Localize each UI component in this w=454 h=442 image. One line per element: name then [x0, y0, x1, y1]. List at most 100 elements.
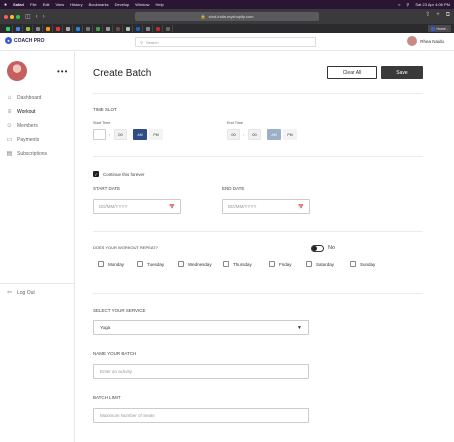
- sidebar-item-payments[interactable]: ▭ Payments: [6, 135, 47, 144]
- logo-icon: ●: [5, 37, 12, 44]
- tab-favicon[interactable]: [73, 25, 83, 32]
- search-status-icon[interactable]: ⚲: [406, 2, 409, 7]
- start-hour-input[interactable]: [93, 129, 106, 140]
- tab-favicon[interactable]: [123, 25, 133, 32]
- menu-safari[interactable]: Safari: [13, 2, 24, 7]
- batch-limit-input[interactable]: Maximum Number of Seats: [93, 408, 309, 423]
- day-checkbox[interactable]: [223, 261, 229, 267]
- start-date-field[interactable]: DD/MM/YYYY 📅: [93, 199, 181, 214]
- day-checkbox[interactable]: [98, 261, 104, 267]
- divider: [93, 293, 423, 294]
- calendar-icon[interactable]: 📅: [169, 204, 175, 210]
- continue-forever-checkbox[interactable]: ✓: [93, 171, 99, 177]
- tab-favicon[interactable]: [143, 25, 153, 32]
- tab-favicon[interactable]: [53, 25, 63, 32]
- service-select[interactable]: Yoga ▼: [93, 320, 309, 335]
- close-window-button[interactable]: [4, 14, 8, 19]
- day-wednesday[interactable]: Wednesday: [178, 261, 212, 267]
- new-tab-icon[interactable]: +: [436, 12, 440, 18]
- menu-bookmarks[interactable]: Bookmarks: [89, 2, 109, 7]
- share-icon[interactable]: ⇧: [425, 12, 430, 18]
- menu-develop[interactable]: Develop: [115, 2, 130, 7]
- end-am-button[interactable]: AM: [267, 129, 281, 140]
- menu-edit[interactable]: Edit: [43, 2, 50, 7]
- sidebar-item-subscriptions[interactable]: ▤ Subscriptions: [6, 149, 47, 158]
- menu-view[interactable]: View: [56, 2, 65, 7]
- app-logo[interactable]: ● COACH PRO: [5, 37, 45, 44]
- sidebar: ••• ⌂ Dashboard ≡ Workout ☺ Members ▭ Pa…: [0, 52, 75, 442]
- end-hour-input[interactable]: 00: [227, 129, 240, 140]
- tab-favicon[interactable]: [163, 25, 173, 32]
- user-profile[interactable]: Rhea Naidu: [407, 36, 444, 46]
- page-icon: [95, 26, 100, 31]
- sidebar-item-dashboard[interactable]: ⌂ Dashboard: [6, 93, 47, 102]
- apple-menu-icon[interactable]: ●: [4, 2, 7, 8]
- batch-name-input[interactable]: Enter an activity: [93, 364, 309, 379]
- end-pm-button[interactable]: PM: [283, 129, 297, 140]
- logout-button[interactable]: ⇦ Log Out: [6, 288, 35, 297]
- whatsapp-icon: [5, 26, 10, 31]
- repeat-toggle[interactable]: [311, 245, 324, 252]
- tab-overview-icon[interactable]: ⧉: [446, 12, 450, 18]
- payments-icon: ▭: [6, 137, 13, 143]
- subscriptions-icon: ▤: [6, 151, 13, 157]
- active-tab[interactable]: Home -: [427, 25, 451, 32]
- day-thursday[interactable]: Thursday: [223, 261, 252, 267]
- page-icon: [75, 26, 80, 31]
- end-minute-input[interactable]: 00: [248, 129, 261, 140]
- address-bar[interactable]: 🔒 shot-india.myshopify.com: [135, 12, 319, 21]
- start-am-button[interactable]: AM: [133, 129, 147, 140]
- back-icon[interactable]: ‹: [36, 14, 38, 20]
- tab-favicon[interactable]: [103, 25, 113, 32]
- tab-favicon[interactable]: [83, 25, 93, 32]
- tab-favicon[interactable]: [133, 25, 143, 32]
- forward-icon[interactable]: ›: [43, 14, 45, 20]
- day-checkbox[interactable]: [350, 261, 356, 267]
- minimize-window-button[interactable]: [10, 14, 14, 19]
- tab-favicon[interactable]: [43, 25, 53, 32]
- day-sunday[interactable]: Sunday: [350, 261, 375, 267]
- sidebar-item-workout[interactable]: ≡ Workout: [6, 107, 47, 116]
- user-name: Rhea Naidu: [420, 38, 444, 44]
- day-friday[interactable]: Friday: [269, 261, 292, 267]
- menu-help[interactable]: Help: [156, 2, 164, 7]
- menu-window[interactable]: Window: [135, 2, 149, 7]
- search-input[interactable]: ⚲ Search: [135, 37, 316, 47]
- tab-favicon[interactable]: [23, 25, 33, 32]
- tab-favicon[interactable]: [3, 25, 13, 32]
- end-date-field[interactable]: DD/MM/YYYY 📅: [222, 199, 310, 214]
- menu-history[interactable]: History: [70, 2, 82, 7]
- start-time-label: Start Time: [93, 121, 111, 125]
- day-checkbox[interactable]: [306, 261, 312, 267]
- save-button[interactable]: Save: [381, 66, 423, 79]
- start-minute-input[interactable]: 00: [114, 129, 127, 140]
- day-checkbox[interactable]: [178, 261, 184, 267]
- clear-all-button[interactable]: Clear All: [327, 66, 377, 79]
- menu-file[interactable]: File: [30, 2, 36, 7]
- day-tuesday[interactable]: Tuesday: [137, 261, 164, 267]
- tab-favicon[interactable]: [33, 25, 43, 32]
- day-saturday[interactable]: Saturday: [306, 261, 334, 267]
- tab-favicon[interactable]: [113, 25, 123, 32]
- google-icon: [15, 26, 20, 31]
- tab-favicon[interactable]: [63, 25, 73, 32]
- sidebar-toggle-icon[interactable]: ◫: [25, 14, 31, 20]
- maximize-window-button[interactable]: [16, 14, 20, 19]
- day-checkbox[interactable]: [137, 261, 143, 267]
- day-monday[interactable]: Monday: [98, 261, 124, 267]
- wifi-icon[interactable]: ≈: [398, 2, 400, 7]
- menubar-clock[interactable]: Sat 23 Apr 4:06 PM: [415, 2, 450, 7]
- tab-favicon[interactable]: [13, 25, 23, 32]
- shopify-icon: [25, 26, 30, 31]
- page-icon: [115, 26, 120, 31]
- calendar-icon[interactable]: 📅: [298, 204, 304, 210]
- day-label: Sunday: [360, 261, 376, 267]
- tab-favicon[interactable]: [93, 25, 103, 32]
- sidebar-item-members[interactable]: ☺ Members: [6, 121, 47, 130]
- day-checkbox[interactable]: [269, 261, 275, 267]
- tab-favicon[interactable]: [153, 25, 163, 32]
- avatar: [407, 36, 418, 46]
- start-date-label: START DATE: [93, 186, 121, 191]
- start-pm-button[interactable]: PM: [149, 129, 163, 140]
- more-options-icon[interactable]: •••: [57, 67, 68, 76]
